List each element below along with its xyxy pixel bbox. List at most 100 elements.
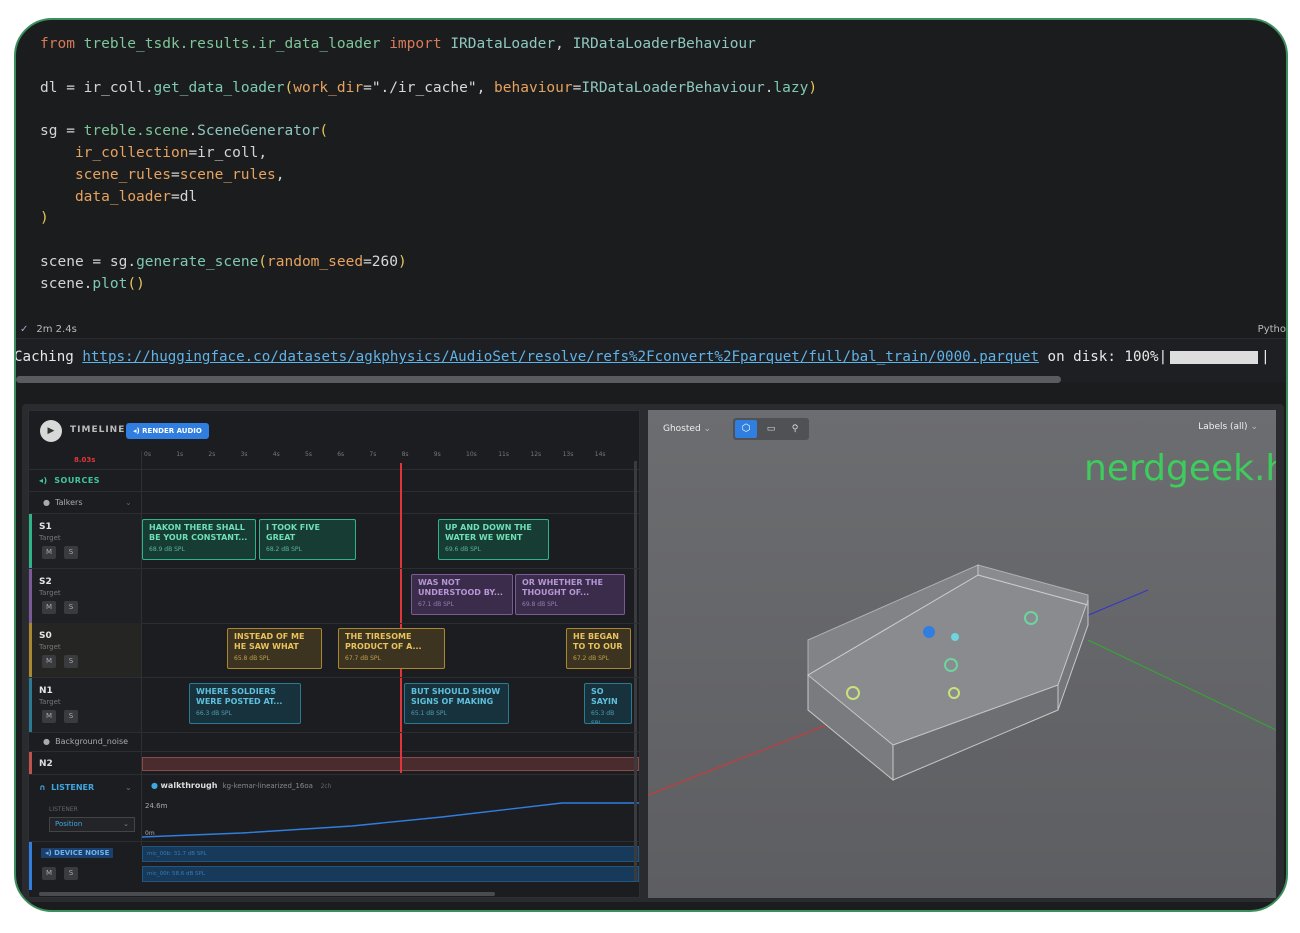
ruler-tick: 9s — [433, 451, 441, 458]
clip-level: 66.3 dB SPL — [196, 710, 232, 717]
track-role: Target — [39, 698, 61, 706]
timeline-panel: ▶ TIMELINE ◂) RENDER AUDIO 8.03s ◂) SOUR… — [28, 410, 640, 898]
track-name: N1 — [39, 686, 53, 696]
background-noise-label: Background_noise — [55, 737, 129, 746]
3d-viewer[interactable]: Ghosted ⌄ ⬡ ▭ ⚲ Labels (all) ⌄ nerdgeek.… — [648, 410, 1276, 898]
dot-icon: ● — [151, 781, 158, 790]
mute-button[interactable]: M — [42, 601, 56, 614]
walkthrough-channels: 2ch — [320, 783, 332, 790]
solo-button[interactable]: S — [64, 546, 78, 559]
solo-button[interactable]: S — [64, 710, 78, 723]
clip-level: 68.9 dB SPL — [149, 546, 185, 553]
talkers-group[interactable]: ● Talkers ⌄ — [43, 498, 132, 507]
y-axis — [1087, 639, 1276, 731]
code-line: dl = ir_coll.get_data_loader(work_dir=".… — [40, 79, 818, 96]
listener-header[interactable]: ∩ LISTENER ⌄ — [39, 783, 132, 792]
mic-icon: ● — [43, 737, 50, 746]
check-icon: ✓ — [20, 324, 29, 335]
render-audio-button[interactable]: ◂) RENDER AUDIO — [126, 423, 209, 439]
code-line: data_loader=dl — [74, 188, 198, 205]
sources-label: SOURCES — [54, 476, 101, 485]
clip-level: 69.8 dB SPL — [522, 601, 558, 608]
dataset-link[interactable]: https://huggingface.co/datasets/agkphysi… — [82, 349, 1039, 365]
render-audio-label: RENDER AUDIO — [142, 427, 202, 435]
room-model — [648, 564, 1276, 796]
caching-prefix: Caching — [14, 349, 83, 365]
ruler-tick: 7s — [369, 451, 377, 458]
solo-button[interactable]: S — [64, 655, 78, 668]
audio-clip[interactable]: WAS NOT UNDERSTOOD BY... 67.1 dB SPL — [411, 574, 513, 615]
audio-clip[interactable]: HE BEGAN TO TO OUR HUSH 67.2 dB SPL — [566, 628, 631, 669]
cell-language[interactable]: Pytho — [1258, 324, 1286, 335]
caching-output: Caching https://huggingface.co/datasets/… — [14, 349, 1270, 365]
clip-level: 67.2 dB SPL — [573, 655, 609, 662]
mute-button[interactable]: M — [42, 867, 56, 880]
headphones-icon: ∩ — [39, 783, 46, 792]
clip-transcript: UP AND DOWN THE WATER WE WENT TO... — [445, 523, 532, 542]
speaker-icon: ◂) — [45, 849, 52, 857]
audio-clip[interactable]: BUT SHOULD SHOW SIGNS OF MAKING U... 65.1… — [404, 683, 509, 724]
walkthrough-id: kg-kemar-linearized_16oa — [222, 782, 313, 790]
solo-button[interactable]: S — [64, 601, 78, 614]
track-name: S2 — [39, 577, 52, 587]
device-noise-label: ◂) DEVICE NOISE — [41, 848, 114, 858]
track-divider — [141, 451, 142, 846]
code-cell[interactable]: from treble_tsdk.results.ir_data_loader … — [40, 34, 817, 296]
clip-transcript: WAS NOT UNDERSTOOD BY... — [418, 578, 503, 597]
ruler-tick: 14s — [594, 451, 606, 458]
mute-button[interactable]: M — [42, 546, 56, 559]
code-line: scene = sg.generate_scene(random_seed=26… — [40, 253, 407, 270]
mic-icon: ● — [43, 498, 50, 507]
ruler-tick: 3s — [240, 451, 248, 458]
audio-clip[interactable]: HAKON THERE SHALL BE YOUR CONSTANT... 68.… — [142, 519, 256, 560]
code-line: sg = treble.scene.SceneGenerator( — [40, 123, 329, 140]
horizontal-scrollbar[interactable] — [16, 376, 1061, 383]
timeline-scrollbar[interactable] — [39, 892, 495, 896]
audio-clip[interactable]: THE TIRESOME PRODUCT OF A... 67.7 dB SPL — [338, 628, 445, 669]
listener-select[interactable]: Position ⌄ — [49, 817, 135, 832]
listener-select-value: Position — [55, 820, 83, 828]
clip-level: 67.1 dB SPL — [418, 601, 454, 608]
ruler-tick: 1s — [176, 451, 184, 458]
audio-clip[interactable]: OR WHETHER THE THOUGHT OF... 69.8 dB SPL — [515, 574, 625, 615]
clip-transcript: I TOOK FIVE GREAT BRACELETS OF GOLD... — [266, 523, 320, 542]
vertical-scrollbar[interactable] — [634, 461, 637, 881]
listener-sublabel: LISTENER — [49, 806, 78, 813]
audio-clip[interactable]: INSTEAD OF ME HE SAW WHAT HE... 65.8 dB S… — [227, 628, 322, 669]
mute-button[interactable]: M — [42, 710, 56, 723]
code-line: from treble_tsdk.results.ir_data_loader … — [40, 36, 756, 52]
audio-clip[interactable]: UP AND DOWN THE WATER WE WENT TO... 69.6 … — [438, 519, 549, 560]
playhead[interactable] — [400, 463, 402, 773]
noise-clip[interactable]: mic_00b: 31.7 dB SPL — [142, 846, 639, 862]
solo-button[interactable]: S — [64, 867, 78, 880]
background-noise-group[interactable]: ● Background_noise — [43, 737, 128, 746]
current-time: 8.03s — [74, 456, 96, 464]
walkthrough-header: ● walkthrough kg-kemar-linearized_16oa 2… — [151, 781, 331, 790]
audio-clip[interactable]: I TOOK FIVE GREAT BRACELETS OF GOLD... 68… — [259, 519, 356, 560]
chevron-down-icon: ⌄ — [125, 498, 132, 507]
exec-time: 2m 2.4s — [36, 324, 77, 335]
play-button[interactable]: ▶ — [40, 420, 62, 442]
code-line: scene.plot() — [40, 275, 145, 292]
ruler-tick: 4s — [272, 451, 280, 458]
clip-transcript: THE TIRESOME PRODUCT OF A... — [345, 632, 422, 651]
clip-transcript: WHERE SOLDIERS WERE POSTED AT... — [196, 687, 283, 706]
chevron-down-icon: ⌄ — [125, 783, 132, 792]
n2-clip[interactable] — [142, 757, 639, 771]
scene-plot: ▶ TIMELINE ◂) RENDER AUDIO 8.03s ◂) SOUR… — [22, 404, 1284, 902]
talkers-label: Talkers — [55, 498, 83, 507]
mute-button[interactable]: M — [42, 655, 56, 668]
audio-clip[interactable]: WHERE SOLDIERS WERE POSTED AT... 66.3 dB … — [189, 683, 301, 724]
ruler-tick: 6s — [337, 451, 345, 458]
source-marker — [951, 633, 959, 641]
clip-transcript: HE BEGAN TO TO OUR HUSH — [573, 632, 623, 651]
noise-clip[interactable]: mic_00f: 58.6 dB SPL — [142, 866, 639, 882]
audio-clip[interactable]: SO SAYIN LED THE V 65.3 dB SPL — [584, 683, 632, 724]
ruler-tick: 11s — [498, 451, 509, 458]
listener-distance-line — [142, 802, 639, 838]
clip-level: 69.6 dB SPL — [445, 546, 481, 553]
clip-level: 68.2 dB SPL — [266, 546, 302, 553]
clip-transcript: SO SAYIN LED THE V — [591, 687, 618, 706]
progress-end: | — [1261, 349, 1270, 365]
ruler-tick: 0s — [144, 451, 151, 458]
